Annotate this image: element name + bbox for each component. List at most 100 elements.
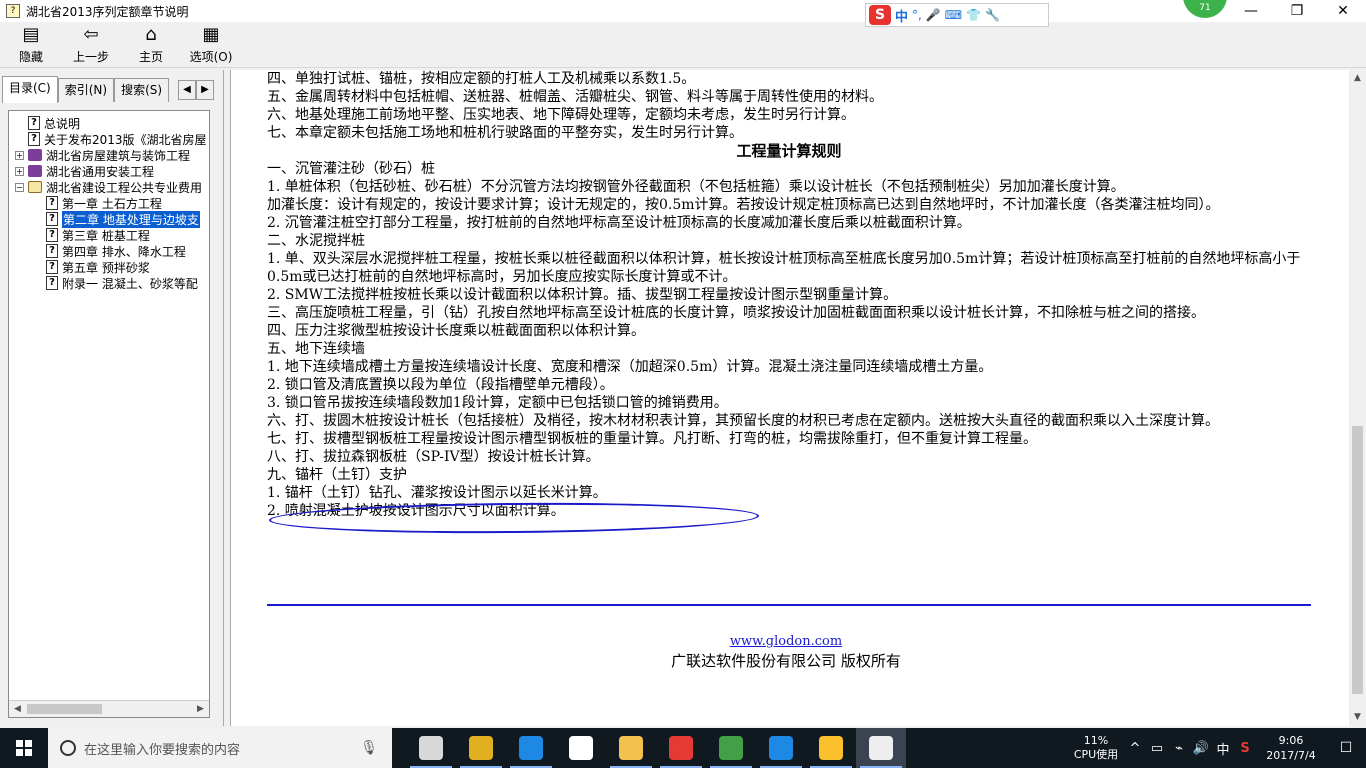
taskbar-app-notes-app[interactable]: [806, 728, 856, 768]
tree-item[interactable]: ? 关于发布2013版《湖北省房屋: [9, 131, 209, 147]
document-body: 四、单独打试桩、锚桩，按相应定额的打桩人工及机械乘以系数1.5。 五、金属周转材料…: [267, 70, 1311, 520]
tree-item-label: 附录一 混凝土、砂浆等配: [62, 276, 198, 291]
taskbar-app-store[interactable]: [556, 728, 606, 768]
keyboard-icon[interactable]: ⌨: [945, 8, 962, 22]
toolbar-button-label: 选项(O): [189, 50, 233, 64]
scroll-left-arrow-icon[interactable]: ◀: [9, 701, 26, 717]
tree-expander-icon[interactable]: +: [15, 150, 24, 160]
wifi-icon[interactable]: ⌁: [1168, 741, 1190, 756]
notification-center-icon[interactable]: ☐: [1326, 740, 1366, 756]
document-line: 三、高压旋喷桩工程量，引（钻）孔按自然地坪标高至设计桩底的长度计算，喷浆按设计加…: [267, 305, 1205, 321]
tab-1[interactable]: 索引(N): [57, 78, 115, 102]
app-red-swirl-icon: [669, 736, 693, 760]
tree-item[interactable]: − 湖北省建设工程公共专业费用: [9, 179, 209, 195]
notes-app-icon: [819, 736, 843, 760]
tree-expander-icon[interactable]: −: [15, 182, 24, 192]
scroll-thumb[interactable]: [1352, 426, 1363, 694]
document-line: 2. 锁口管及清底置换以段为单位（段指槽壁单元槽段）。: [267, 377, 614, 393]
ime-mode-toggle[interactable]: 中: [895, 6, 908, 25]
tree-item[interactable]: ? 第二章 地基处理与边坡支: [9, 210, 209, 228]
tab-scroll-left-button[interactable]: ◀: [178, 80, 196, 100]
document-line: 五、地下连续墙: [267, 341, 365, 357]
tab-2[interactable]: 搜索(S): [114, 78, 170, 102]
tree-item[interactable]: + 湖北省房屋建筑与装饰工程: [9, 147, 209, 163]
battery-icon[interactable]: ▭: [1146, 741, 1168, 756]
toolbar-button-hide[interactable]: ▤ 隐藏: [2, 22, 60, 68]
minimize-button[interactable]: —: [1228, 0, 1274, 22]
taskbar-app-file-explorer[interactable]: [606, 728, 656, 768]
options-icon: ▦: [202, 24, 220, 45]
tree-item[interactable]: ? 第三章 桩基工程: [9, 227, 209, 243]
input-language-icon[interactable]: 中: [1212, 739, 1234, 758]
taskbar-app-network-app[interactable]: [406, 728, 456, 768]
open-book-icon: [28, 181, 42, 193]
sogou-tray-icon[interactable]: S: [1234, 741, 1256, 756]
close-button[interactable]: ✕: [1320, 0, 1366, 22]
tree-item[interactable]: ? 第五章 预拌砂浆: [9, 259, 209, 275]
taskbar-app-edge[interactable]: [506, 728, 556, 768]
tree-item-label: 第四章 排水、降水工程: [62, 244, 186, 259]
cortana-icon: [60, 740, 76, 756]
tree-item[interactable]: ? 总说明: [9, 115, 209, 131]
clock[interactable]: 9:06 2017/7/4: [1256, 733, 1326, 763]
skin-icon[interactable]: 👕: [966, 8, 981, 22]
browser-360-icon: [469, 736, 493, 760]
taskbar-app-app-green-circle[interactable]: [706, 728, 756, 768]
microphone-icon[interactable]: 🎙: [360, 740, 378, 756]
taskbar-app-app-red-swirl[interactable]: [656, 728, 706, 768]
help-topic-icon: ?: [28, 132, 40, 146]
taskbar-app-help-app[interactable]: [856, 728, 906, 768]
app-help-icon[interactable]: ?: [6, 4, 20, 18]
scroll-thumb[interactable]: [27, 704, 102, 714]
tree-item[interactable]: ? 附录一 混凝土、砂浆等配: [9, 275, 209, 291]
scroll-right-arrow-icon[interactable]: ▶: [192, 701, 209, 717]
help-topic-icon: ?: [46, 244, 58, 258]
tree-expander-icon[interactable]: +: [15, 166, 24, 176]
cpu-label: CPU使用: [1073, 748, 1119, 761]
tray-expand-icon[interactable]: ^: [1124, 741, 1146, 756]
document-line: 1. 锚杆（土钉）钻孔、灌浆按设计图示以延长米计算。: [267, 485, 607, 501]
help-topic-icon: ?: [46, 276, 58, 290]
punctuation-icon[interactable]: °,: [912, 8, 922, 22]
document-line: 1. 单、双头深层水泥搅拌桩工程量，按桩长乘以桩径截面积以体积计算，桩长按设计桩…: [267, 251, 1301, 285]
taskbar-app-browser-360[interactable]: [456, 728, 506, 768]
sogou-logo-icon[interactable]: S: [869, 5, 891, 25]
tab-scroll-right-button[interactable]: ▶: [196, 80, 214, 100]
tree-item-label: 第一章 土石方工程: [62, 196, 162, 211]
section-heading: 工程量计算规则: [736, 142, 842, 160]
closed-book-icon: [28, 149, 42, 161]
tree-item[interactable]: ? 第一章 土石方工程: [9, 195, 209, 211]
scroll-down-arrow-icon[interactable]: ▼: [1349, 709, 1366, 726]
wrench-icon[interactable]: 🔧: [985, 8, 1000, 22]
tree-item[interactable]: + 湖北省通用安装工程: [9, 163, 209, 179]
nav-tabs: 目录(C) 索引(N) 搜索(S): [2, 76, 170, 103]
toolbar-button-home[interactable]: ⌂ 主页: [122, 22, 180, 68]
microphone-icon[interactable]: 🎤: [926, 8, 941, 22]
taskbar-search[interactable]: 在这里输入你要搜索的内容 🎙: [48, 728, 392, 768]
navigation-pane: 目录(C) 索引(N) 搜索(S) ◀ ▶ ? 总说明? 关于发布2013版《湖北省房屋…: [0, 70, 224, 726]
document-line: 四、压力注浆微型桩按设计长度乘以桩截面面积以体积计算。: [267, 323, 645, 339]
tab-0[interactable]: 目录(C): [2, 76, 58, 103]
taskbar-app-app-blue-plus[interactable]: [756, 728, 806, 768]
maximize-button[interactable]: ❐: [1274, 0, 1320, 22]
document-vertical-scrollbar[interactable]: ▲ ▼: [1349, 70, 1366, 726]
start-button[interactable]: [0, 728, 48, 768]
tree-item-label: 关于发布2013版《湖北省房屋: [44, 132, 207, 147]
glodon-link[interactable]: www.glodon.com: [231, 634, 1341, 649]
ime-toolbar: S 中 °, 🎤 ⌨ 👕 🔧: [865, 3, 1049, 27]
tree-item-label: 第五章 预拌砂浆: [62, 260, 150, 275]
cpu-meter[interactable]: 11% CPU使用: [1068, 734, 1124, 762]
toolbar: ▤ 隐藏 ⇦ 上一步 ⌂ 主页 ▦ 选项(O): [0, 22, 1366, 68]
tree-item-label: 湖北省房屋建筑与装饰工程: [46, 148, 191, 163]
scroll-up-arrow-icon[interactable]: ▲: [1349, 70, 1366, 87]
network-app-icon: [419, 736, 443, 760]
volume-icon[interactable]: 🔊: [1190, 741, 1212, 756]
toolbar-button-label: 隐藏: [18, 50, 43, 64]
help-topic-icon: ?: [46, 260, 58, 274]
toolbar-button-back-arrow[interactable]: ⇦ 上一步: [62, 22, 120, 68]
taskbar: 在这里输入你要搜索的内容 🎙 11% CPU使用 ^ ▭ ⌁ 🔊 中 S 9:0…: [0, 728, 1366, 768]
help-topic-icon: ?: [28, 116, 40, 130]
toolbar-button-options[interactable]: ▦ 选项(O): [182, 22, 240, 68]
tree-horizontal-scrollbar[interactable]: ◀ ▶: [9, 700, 209, 717]
tree-item[interactable]: ? 第四章 排水、降水工程: [9, 243, 209, 259]
